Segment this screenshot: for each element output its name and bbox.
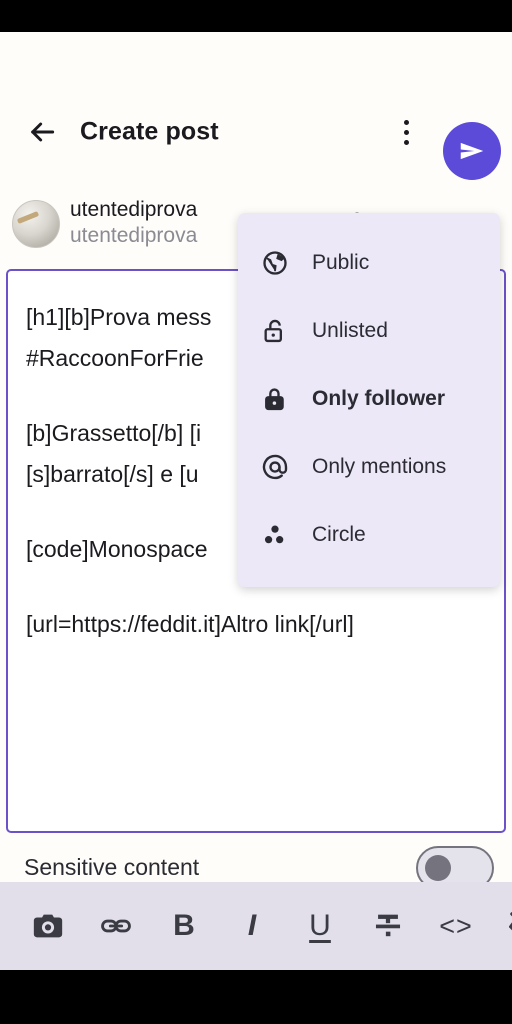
app-root: Create post utentediprova utentediprova (0, 0, 512, 1024)
bold-icon[interactable]: B (150, 892, 218, 960)
menu-item-label: Only follower (312, 387, 446, 410)
circle-dots-icon (260, 520, 290, 550)
system-navigation-bar (0, 970, 512, 1024)
strikethrough-icon[interactable] (354, 892, 422, 960)
format-toolbar: B I U <> (0, 882, 512, 970)
app-screen: Create post utentediprova utentediprova (0, 32, 512, 970)
visibility-dropdown-menu[interactable]: Public Unlisted Only follower Only menti… (238, 213, 500, 587)
menu-item-only-mentions[interactable]: Only mentions (238, 433, 500, 501)
account-handle: utentediprova (70, 224, 198, 247)
italic-icon[interactable]: I (218, 892, 286, 960)
menu-item-label: Only mentions (312, 455, 447, 478)
menu-item-unlisted[interactable]: Unlisted (238, 297, 500, 365)
avatar[interactable] (12, 200, 60, 248)
sensitive-content-label: Sensitive content (24, 854, 200, 880)
underline-icon[interactable]: U (286, 892, 354, 960)
toggle-knob (425, 855, 451, 881)
eye-off-icon[interactable] (490, 892, 512, 960)
code-icon[interactable]: <> (422, 892, 490, 960)
menu-item-label: Unlisted (312, 319, 388, 342)
lock-icon (260, 384, 290, 414)
page-title: Create post (80, 117, 219, 146)
menu-item-public[interactable]: Public (238, 229, 500, 297)
menu-item-only-follower[interactable]: Only follower (238, 365, 500, 433)
more-vertical-icon[interactable] (390, 112, 422, 152)
menu-item-circle[interactable]: Circle (238, 501, 500, 569)
globe-icon (260, 248, 290, 278)
lock-open-icon (260, 316, 290, 346)
send-button[interactable] (443, 122, 501, 180)
bold-label: B (173, 909, 195, 942)
account-display-name: utentediprova (70, 198, 198, 221)
system-status-bar (0, 0, 512, 32)
camera-icon[interactable] (14, 892, 82, 960)
menu-item-label: Circle (312, 523, 366, 546)
editor-line: [url=https://feddit.it]Altro link[/url] (26, 611, 354, 637)
back-button[interactable] (22, 112, 62, 152)
italic-label: I (247, 909, 257, 942)
app-bar: Create post (0, 32, 512, 180)
at-icon (260, 452, 290, 482)
link-icon[interactable] (82, 892, 150, 960)
underline-label: U (309, 909, 331, 942)
code-label: <> (439, 910, 473, 941)
menu-item-label: Public (312, 251, 370, 274)
